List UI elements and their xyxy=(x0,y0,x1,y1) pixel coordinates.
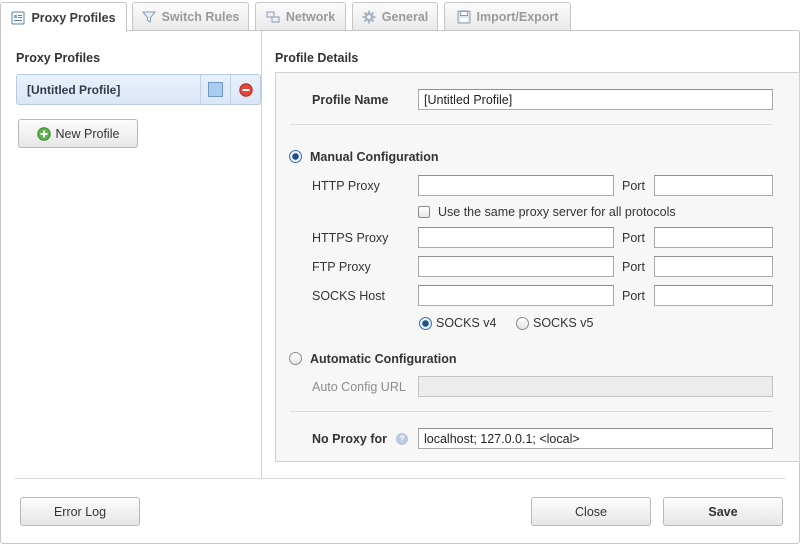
error-log-button[interactable]: Error Log xyxy=(20,497,140,526)
http-port-label: Port xyxy=(622,179,645,193)
https-port-label: Port xyxy=(622,231,645,245)
ftp-port-label: Port xyxy=(622,260,645,274)
http-port-input[interactable] xyxy=(654,175,773,196)
sidebar-title: Proxy Profiles xyxy=(16,51,101,65)
new-profile-button[interactable]: New Profile xyxy=(18,119,138,148)
auto-config-label: Automatic Configuration xyxy=(310,352,457,366)
tab-general[interactable]: General xyxy=(352,2,438,31)
same-proxy-label: Use the same proxy server for all protoc… xyxy=(438,205,676,219)
filter-icon xyxy=(141,10,156,24)
save-button[interactable]: Save xyxy=(663,497,783,526)
auto-config-url-input[interactable] xyxy=(418,376,773,397)
profile-name-input[interactable] xyxy=(418,89,773,110)
manual-config-radio[interactable] xyxy=(289,150,302,163)
close-button[interactable]: Close xyxy=(531,497,651,526)
tab-label: Import/Export xyxy=(476,10,559,24)
delete-icon xyxy=(238,82,253,97)
socks-v5-radio[interactable] xyxy=(516,317,529,330)
tab-network[interactable]: Network xyxy=(255,2,346,31)
no-proxy-label: No Proxy for xyxy=(312,432,388,446)
tab-switch-rules[interactable]: Switch Rules xyxy=(132,2,249,31)
tab-label: Switch Rules xyxy=(161,10,240,24)
new-profile-label: New Profile xyxy=(55,126,120,141)
tab-label: General xyxy=(381,10,429,24)
socks-host-label: SOCKS Host xyxy=(312,289,385,303)
http-proxy-label: HTTP Proxy xyxy=(312,179,380,193)
socks-host-input[interactable] xyxy=(418,285,614,306)
gear-icon xyxy=(362,10,376,24)
profile-details-box: Profile Name Manual Configuration HTTP P… xyxy=(275,72,800,462)
tab-proxy-profiles[interactable]: Proxy Profiles xyxy=(0,2,127,32)
ftp-proxy-input[interactable] xyxy=(418,256,614,277)
socks-port-label: Port xyxy=(622,289,645,303)
divider xyxy=(200,75,201,104)
tab-import-export[interactable]: Import/Export xyxy=(444,2,571,31)
add-icon xyxy=(36,126,51,141)
auto-config-url-label: Auto Config URL xyxy=(312,380,406,394)
auto-config-radio[interactable] xyxy=(289,352,302,365)
tab-label: Network xyxy=(285,10,336,24)
socks-v4-label: SOCKS v4 xyxy=(436,316,497,330)
divider xyxy=(290,411,772,412)
profile-list-item[interactable]: [Untitled Profile] xyxy=(16,74,261,105)
footer-divider xyxy=(15,478,785,479)
https-proxy-label: HTTPS Proxy xyxy=(312,231,389,245)
http-proxy-input[interactable] xyxy=(418,175,614,196)
ftp-proxy-label: FTP Proxy xyxy=(312,260,371,274)
no-proxy-input[interactable] xyxy=(418,428,773,449)
profiles-sidebar: Proxy Profiles [Untitled Profile] New Pr… xyxy=(1,31,262,478)
close-label: Close xyxy=(575,504,607,519)
manual-config-label: Manual Configuration xyxy=(310,150,439,164)
tab-bar: Proxy Profiles Switch Rules Network Gene… xyxy=(0,0,800,32)
profile-details-title: Profile Details xyxy=(275,51,359,65)
tab-label: Proxy Profiles xyxy=(31,10,116,25)
socks-v5-label: SOCKS v5 xyxy=(533,316,594,330)
ftp-port-input[interactable] xyxy=(654,256,773,277)
divider xyxy=(290,124,772,125)
help-icon[interactable]: ? xyxy=(396,433,408,445)
main-panel: Proxy Profiles [Untitled Profile] New Pr… xyxy=(0,30,800,544)
socks-port-input[interactable] xyxy=(654,285,773,306)
profile-color-swatch[interactable] xyxy=(208,82,223,97)
profile-name-label: Profile Name xyxy=(312,93,389,107)
socks-v4-radio[interactable] xyxy=(419,317,432,330)
same-proxy-checkbox[interactable] xyxy=(418,206,430,218)
profiles-icon xyxy=(11,11,25,25)
error-log-label: Error Log xyxy=(53,504,107,519)
https-proxy-input[interactable] xyxy=(418,227,614,248)
disk-icon xyxy=(457,10,471,24)
save-label: Save xyxy=(708,504,738,519)
network-icon xyxy=(266,10,280,24)
https-port-input[interactable] xyxy=(654,227,773,248)
profile-name: [Untitled Profile] xyxy=(27,82,121,97)
delete-profile-button[interactable] xyxy=(231,75,260,104)
